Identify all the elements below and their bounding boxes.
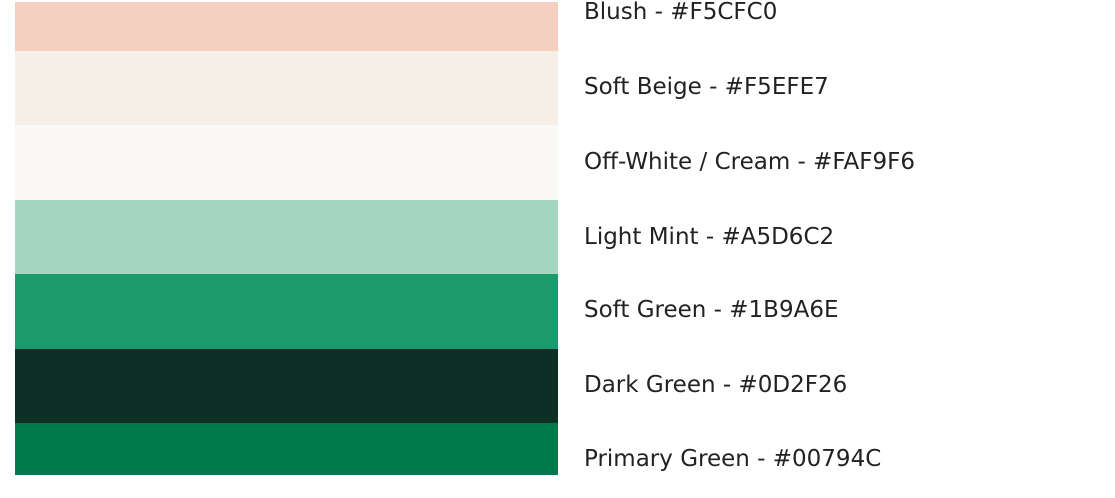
color-label-dark-green: Dark Green - #0D2F26 <box>584 372 848 398</box>
color-swatch-light-mint <box>15 200 558 275</box>
color-swatch-dark-green <box>15 349 558 424</box>
palette-row-primary-green: Primary Green - #00794C <box>0 423 1115 498</box>
color-label-primary-green: Primary Green - #00794C <box>584 446 882 472</box>
color-swatch-primary-green <box>15 423 558 475</box>
color-swatch-off-white <box>15 125 558 200</box>
color-swatch-soft-beige <box>15 51 558 126</box>
palette-row-soft-green: Soft Green - #1B9A6E <box>0 274 1115 349</box>
palette-row-light-mint: Light Mint - #A5D6C2 <box>0 200 1115 275</box>
color-label-off-white: Off-White / Cream - #FAF9F6 <box>584 149 915 175</box>
color-label-blush: Blush - #F5CFC0 <box>584 0 778 25</box>
palette-row-soft-beige: Soft Beige - #F5EFE7 <box>0 51 1115 126</box>
palette-row-dark-green: Dark Green - #0D2F26 <box>0 349 1115 424</box>
color-label-light-mint: Light Mint - #A5D6C2 <box>584 224 835 250</box>
color-palette: Blush - #F5CFC0 Soft Beige - #F5EFE7 Off… <box>0 0 1115 475</box>
palette-row-off-white: Off-White / Cream - #FAF9F6 <box>0 125 1115 200</box>
color-label-soft-green: Soft Green - #1B9A6E <box>584 297 839 323</box>
palette-row-blush: Blush - #F5CFC0 <box>0 0 1115 51</box>
color-label-soft-beige: Soft Beige - #F5EFE7 <box>584 74 829 100</box>
color-swatch-soft-green <box>15 274 558 349</box>
color-swatch-blush <box>15 2 558 51</box>
